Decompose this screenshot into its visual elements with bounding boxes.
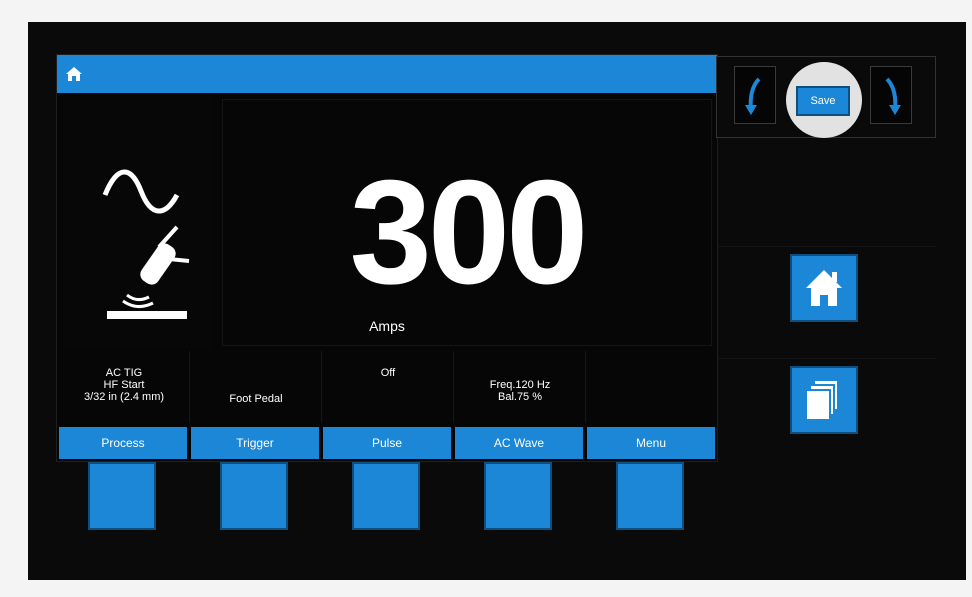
tab-process[interactable]: Process (59, 427, 189, 459)
trigger-info: Foot Pedal (191, 351, 322, 423)
ac-wave-line-2: Bal.75 % (497, 391, 543, 403)
process-line-1: AC TIG (105, 367, 143, 379)
tab-trigger[interactable]: Trigger (191, 427, 321, 459)
process-line-2: HF Start (103, 379, 145, 391)
process-softkey[interactable] (88, 462, 156, 530)
pulse-line-1: Off (380, 367, 396, 379)
top-bar (57, 55, 717, 93)
save-button[interactable]: Save (796, 86, 850, 116)
pulse-info: Off (323, 351, 454, 423)
home-button[interactable] (790, 254, 858, 322)
trigger-softkey[interactable] (220, 462, 288, 530)
nav-right-button[interactable] (870, 66, 912, 124)
ac-wave-softkey[interactable] (484, 462, 552, 530)
ac-wave-info: Freq.120 Hz Bal.75 % (455, 351, 586, 423)
ac-wave-line-1: Freq.120 Hz (489, 379, 551, 391)
process-line-3: 3/32 in (2.4 mm) (83, 391, 165, 403)
pulse-softkey[interactable] (352, 462, 420, 530)
home-icon (806, 270, 842, 306)
curved-arrow-right-icon (885, 77, 901, 115)
panel-divider (716, 358, 936, 359)
home-icon[interactable] (65, 65, 83, 83)
display-screen: 300 Amps AC TIG HF Start 3/32 in (2.4 mm… (56, 54, 718, 462)
process-icon-box (65, 99, 213, 349)
curved-arrow-left-icon (745, 77, 761, 115)
amperage-value: 300 (349, 150, 589, 315)
amperage-readout: 300 (222, 99, 712, 346)
tab-pulse[interactable]: Pulse (323, 427, 453, 459)
menu-info (587, 351, 717, 423)
process-info: AC TIG HF Start 3/32 in (2.4 mm) (59, 351, 190, 423)
menu-softkey[interactable] (616, 462, 684, 530)
stacked-pages-icon (805, 379, 839, 421)
tig-torch-ac-wave-icon (102, 169, 190, 319)
trigger-line-1: Foot Pedal (229, 393, 283, 405)
tab-ac-wave[interactable]: AC Wave (455, 427, 585, 459)
panel-divider (716, 246, 936, 247)
tab-menu[interactable]: Menu (587, 427, 717, 459)
nav-left-button[interactable] (734, 66, 776, 124)
pages-button[interactable] (790, 366, 858, 434)
amperage-unit: Amps (369, 318, 405, 334)
